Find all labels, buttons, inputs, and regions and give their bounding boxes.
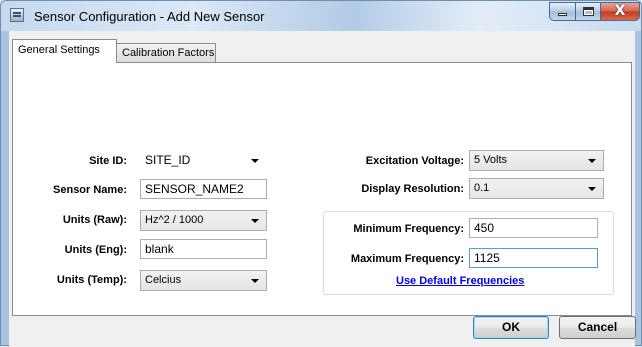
sensor-name-label: Sensor Name: [53,184,127,196]
minimize-icon [558,13,567,16]
chevron-down-icon [251,279,259,283]
units-eng-field[interactable]: blank [140,239,267,259]
units-raw-value: Hz^2 / 1000 [145,214,204,226]
units-eng-label: Units (Eng): [64,244,127,256]
site-id-value: SITE_ID [145,153,191,167]
app-icon [10,8,24,22]
ok-button[interactable]: OK [473,316,549,339]
cancel-button[interactable]: Cancel [559,316,636,339]
maximize-icon [583,7,594,16]
site-id-label: Site ID: [89,155,127,167]
units-raw-select[interactable]: Hz^2 / 1000 [140,210,267,231]
maximum-frequency-label: Maximum Frequency: [350,253,464,265]
display-resolution-label: Display Resolution: [361,183,464,195]
chevron-down-icon [588,187,596,191]
minimum-frequency-label: Minimum Frequency: [353,223,464,235]
general-settings-panel: Site ID: SITE_ID Sensor Name: SENSOR_NAM… [12,62,632,316]
maximize-button[interactable] [575,2,601,21]
tab-strip: General Settings Calibration Factors [9,39,635,63]
minimize-button[interactable] [549,2,576,21]
chevron-down-icon [251,219,259,223]
units-temp-label: Units (Temp): [56,274,127,286]
dialog-window: Sensor Configuration - Add New Sensor X … [0,0,642,347]
units-raw-label: Units (Raw): [62,214,127,226]
excitation-voltage-value: 5 Volts [474,154,508,166]
window-title: Sensor Configuration - Add New Sensor [34,9,265,24]
close-icon: X [614,3,626,19]
tab-general-settings[interactable]: General Settings [12,39,117,63]
chevron-down-icon [251,159,259,163]
close-button[interactable]: X [600,2,640,21]
sensor-name-field[interactable]: SENSOR_NAME2 [140,179,267,199]
minimum-frequency-field[interactable]: 450 [469,218,598,238]
chevron-down-icon [588,159,596,163]
tab-calibration-factors[interactable]: Calibration Factors [116,43,216,62]
excitation-voltage-label: Excitation Voltage: [365,155,464,167]
use-default-frequencies-link[interactable]: Use Default Frequencies [396,275,524,287]
display-resolution-value: 0.1 [474,182,490,194]
dialog-client-area: General Settings Calibration Factors Sit… [9,31,636,347]
display-resolution-select[interactable]: 0.1 [469,178,604,199]
units-temp-value: Celcius [145,274,182,286]
site-id-select[interactable]: SITE_ID [140,150,267,171]
title-bar[interactable]: Sensor Configuration - Add New Sensor X [1,1,641,31]
units-temp-select[interactable]: Celcius [140,270,267,291]
excitation-voltage-select[interactable]: 5 Volts [469,150,604,171]
maximum-frequency-field[interactable]: 1125 [469,248,598,268]
